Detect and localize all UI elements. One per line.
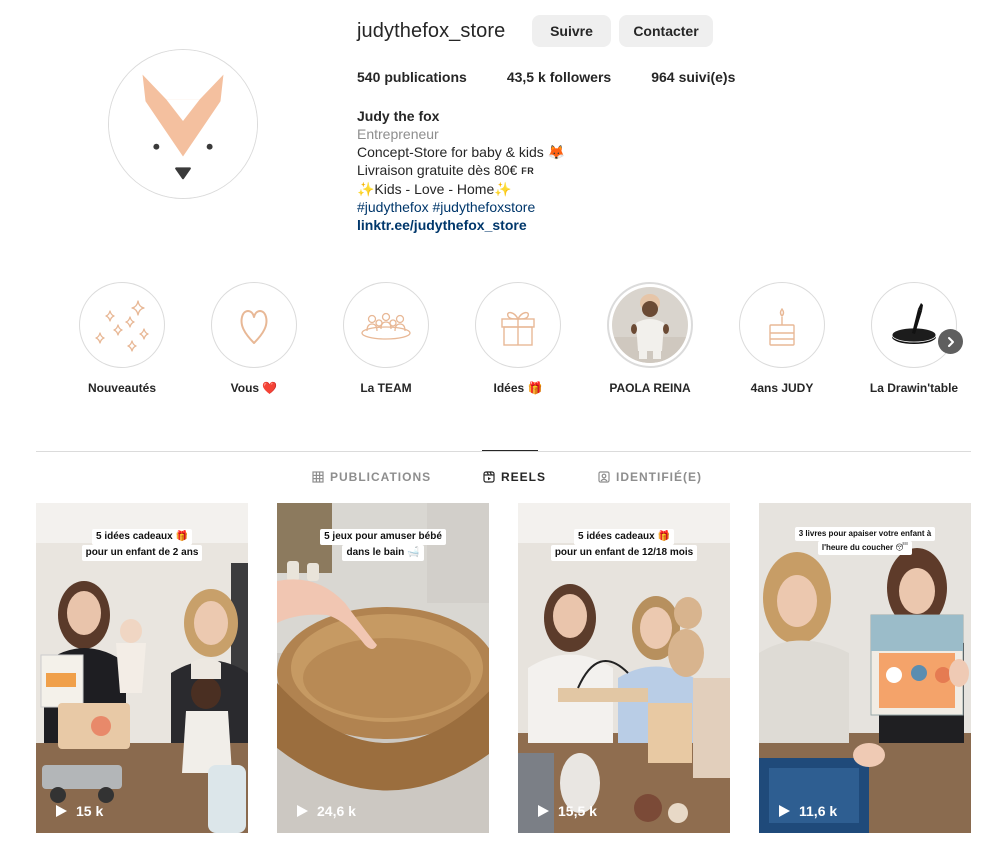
highlight-vous[interactable]: Vous ❤️	[199, 282, 309, 395]
highlight-label: PAOLA REINA	[609, 381, 691, 395]
reel-caption: 5 idées cadeaux 🎁 pour un enfant de 12/1…	[518, 529, 730, 561]
reel-caption: 3 livres pour apaiser votre enfant à l'h…	[759, 527, 971, 555]
stat-number: 43,5 k	[506, 69, 546, 85]
highlight-label: La Drawin'table	[869, 381, 959, 395]
bio-hashtags[interactable]: #judythefox #judythefoxstore	[357, 198, 565, 216]
reel-thumbnail[interactable]: 5 jeux pour amuser bébé dans le bain 🛁 2…	[277, 503, 489, 833]
profile-username: judythefox_store	[357, 20, 506, 42]
reel-views: 15 k	[54, 803, 103, 819]
stat-followers[interactable]: 43,5 k followers	[507, 69, 611, 85]
stat-publications: 540 publications	[357, 69, 467, 85]
bio-category: Entrepreneur	[357, 126, 439, 142]
highlight-label: Idées 🎁	[493, 381, 543, 395]
highlight-ring	[343, 282, 429, 368]
reel-views: 11,6 k	[777, 803, 837, 819]
profile-stats: 540 publications 43,5 k followers 964 su…	[357, 69, 775, 85]
profile-bio: Judy the fox Entrepreneur Concept-Store …	[357, 107, 565, 234]
tab-label: PUBLICATIONS	[330, 470, 432, 484]
sparkles-icon	[95, 300, 149, 352]
caption-line: pour un enfant de 12/18 mois	[550, 545, 698, 561]
active-tab-indicator	[482, 450, 538, 451]
tab-identifie[interactable]: IDENTIFIÉ(E)	[598, 470, 702, 484]
highlight-paola-reina[interactable]: PAOLA REINA	[595, 282, 705, 395]
bio-line: ✨Kids - Love - Home✨	[357, 181, 512, 197]
highlight-idees[interactable]: Idées 🎁	[463, 282, 573, 395]
stat-number: 964	[651, 69, 675, 85]
highlights-next-button[interactable]	[938, 329, 963, 354]
play-icon	[297, 805, 308, 817]
tab-publications[interactable]: PUBLICATIONS	[312, 470, 431, 484]
highlight-label: 4ans JUDY	[750, 381, 814, 395]
contact-button[interactable]: Contacter	[619, 15, 713, 47]
profile-avatar[interactable]	[108, 49, 258, 199]
view-count: 24,6 k	[317, 803, 356, 819]
reel-caption: 5 jeux pour amuser bébé dans le bain 🛁	[277, 529, 489, 561]
highlight-ring	[79, 282, 165, 368]
caption-line: 3 livres pour apaiser votre enfant à	[794, 527, 936, 541]
gift-icon	[501, 311, 535, 346]
stat-label: suivi(e)s	[678, 69, 736, 85]
doll-photo	[612, 287, 688, 363]
play-icon	[779, 805, 790, 817]
view-count: 15,5 k	[558, 803, 597, 819]
highlight-ring	[739, 282, 825, 368]
bio-line: Livraison gratuite dès 80€ FR	[357, 161, 565, 180]
stat-label: followers	[549, 69, 612, 85]
tagged-icon	[598, 471, 610, 483]
view-count: 11,6 k	[799, 803, 838, 819]
bio-shipping-text: Livraison gratuite dès 80€	[357, 162, 522, 178]
bio-link[interactable]: linktr.ee/judythefox_store	[357, 216, 565, 234]
tab-reels[interactable]: REELS	[483, 470, 546, 484]
reel-caption: 5 idées cadeaux 🎁 pour un enfant de 2 an…	[36, 529, 248, 561]
tab-label: REELS	[501, 470, 547, 484]
birthday-cake-icon	[769, 307, 795, 346]
highlight-4ans-judy[interactable]: 4ans JUDY	[727, 282, 837, 395]
reel-thumbnail[interactable]: 3 livres pour apaiser votre enfant à l'h…	[759, 503, 971, 833]
reel-thumbnail[interactable]: 5 idées cadeaux 🎁 pour un enfant de 12/1…	[518, 503, 730, 833]
caption-line: pour un enfant de 2 ans	[81, 545, 203, 561]
reels-icon	[483, 471, 495, 483]
flag-fr: FR	[521, 166, 535, 176]
highlight-label: Nouveautés	[87, 381, 157, 395]
highlight-la-team[interactable]: La TEAM	[331, 282, 441, 395]
highlight-ring	[871, 282, 957, 368]
caption-line: dans le bain 🛁	[342, 545, 424, 561]
follow-button[interactable]: Suivre	[532, 15, 611, 47]
bio-name: Judy the fox	[357, 108, 440, 124]
reel-views: 24,6 k	[295, 803, 356, 819]
highlight-label: Vous ❤️	[230, 381, 278, 395]
caption-line: 5 idées cadeaux 🎁	[92, 529, 192, 545]
tabs-divider	[36, 451, 971, 452]
bio-line: Concept-Store for baby & kids 🦊	[357, 144, 566, 160]
play-icon	[538, 805, 549, 817]
reel-thumbnail[interactable]: 5 idées cadeaux 🎁 pour un enfant de 2 an…	[36, 503, 248, 833]
highlight-ring	[607, 282, 693, 368]
stat-label: publications	[384, 69, 467, 85]
view-count: 15 k	[76, 803, 104, 819]
caption-line: l'heure du coucher 😴	[817, 541, 913, 555]
grid-icon	[312, 471, 324, 483]
heart-icon	[240, 310, 268, 344]
highlight-ring	[211, 282, 297, 368]
reel-views: 15,5 k	[536, 803, 597, 819]
caption-line: 5 idées cadeaux 🎁	[574, 529, 674, 545]
tab-label: IDENTIFIÉ(E)	[616, 470, 702, 484]
drawing-table-icon	[891, 303, 937, 344]
team-icon	[361, 312, 411, 340]
chevron-right-icon	[947, 336, 954, 347]
stat-number: 540	[357, 69, 381, 85]
caption-line: 5 jeux pour amuser bébé	[320, 529, 446, 545]
highlight-nouveautes[interactable]: Nouveautés	[67, 282, 177, 395]
fox-logo	[109, 50, 257, 198]
stat-following[interactable]: 964 suivi(e)s	[651, 69, 735, 85]
highlight-label: La TEAM	[360, 381, 412, 395]
highlight-ring	[475, 282, 561, 368]
play-icon	[56, 805, 67, 817]
